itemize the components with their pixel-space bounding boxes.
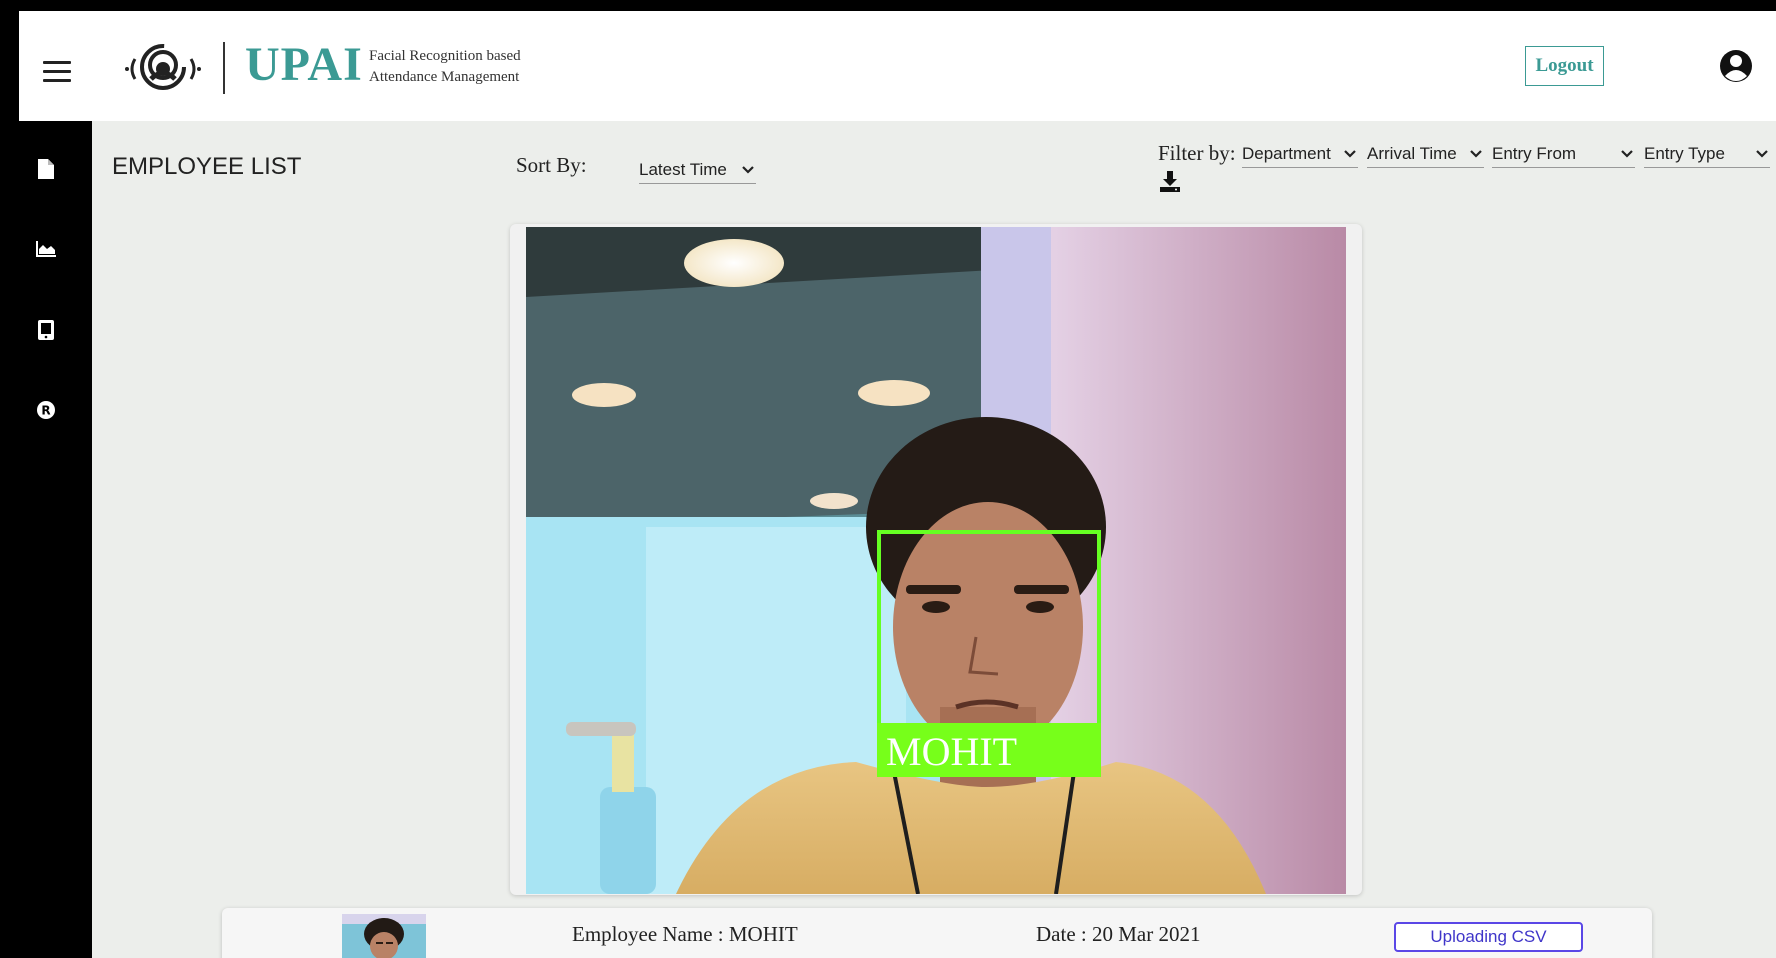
chevron-down-icon — [1756, 149, 1768, 158]
filter-department-select[interactable]: Department — [1242, 140, 1358, 168]
download-icon[interactable] — [1158, 169, 1182, 193]
sidebar: R — [0, 121, 92, 958]
logo-divider — [223, 42, 225, 94]
sidebar-item-reports[interactable] — [30, 233, 62, 265]
chevron-down-icon — [1621, 149, 1633, 158]
chevron-down-icon — [1470, 149, 1482, 158]
brand-name: UPAI — [245, 38, 363, 91]
sort-select-value: Latest Time — [639, 159, 727, 179]
filter-entry-from-select[interactable]: Entry From — [1492, 140, 1635, 168]
user-account-icon[interactable] — [1716, 46, 1756, 86]
brand-tagline: Facial Recognition based Attendance Mana… — [369, 46, 521, 88]
detected-name: MOHIT — [886, 729, 1017, 774]
tagline-line-1: Facial Recognition based — [369, 48, 521, 64]
camera-feed-image: MOHIT — [526, 227, 1346, 894]
uploading-csv-button[interactable]: Uploading CSV — [1394, 922, 1583, 952]
sort-label: Sort By: — [516, 153, 587, 177]
top-header: UPAI Facial Recognition based Attendance… — [19, 11, 1776, 121]
document-icon — [38, 159, 54, 179]
chevron-down-icon — [742, 165, 754, 174]
chevron-down-icon — [1344, 149, 1356, 158]
filter-department-value: Department — [1242, 143, 1331, 163]
employee-name: Employee Name : MOHIT — [572, 922, 798, 946]
tagline-line-2: Attendance Management — [369, 69, 520, 85]
upai-logo-icon — [125, 44, 201, 90]
sort-select[interactable]: Latest Time — [639, 156, 756, 184]
sidebar-item-devices[interactable] — [30, 314, 62, 346]
sidebar-item-registration[interactable]: R — [30, 394, 62, 426]
main-content: EMPLOYEE LIST Sort By: Latest Time Filte… — [92, 121, 1776, 958]
employee-thumbnail — [342, 914, 426, 958]
filter-entry-from-value: Entry From — [1492, 143, 1577, 163]
record-date: Date : 20 Mar 2021 — [1036, 922, 1201, 946]
area-chart-icon — [36, 241, 56, 257]
filter-label: Filter by: — [1158, 141, 1236, 165]
tablet-icon — [38, 320, 54, 340]
menu-icon[interactable] — [43, 61, 71, 83]
attendance-record-card[interactable]: Employee Name : MOHIT Date : 20 Mar 2021… — [222, 908, 1652, 958]
logout-button[interactable]: Logout — [1525, 46, 1604, 86]
filter-arrival-time-select[interactable]: Arrival Time — [1367, 140, 1484, 168]
camera-feed-card: MOHIT — [510, 224, 1362, 895]
filter-arrival-time-value: Arrival Time — [1367, 143, 1457, 163]
sidebar-item-documents[interactable] — [30, 153, 62, 185]
page-title: EMPLOYEE LIST — [112, 153, 302, 180]
filter-entry-type-value: Entry Type — [1644, 143, 1725, 163]
registered-icon: R — [37, 401, 55, 419]
svg-text:R: R — [41, 404, 50, 418]
filter-entry-type-select[interactable]: Entry Type — [1644, 140, 1770, 168]
